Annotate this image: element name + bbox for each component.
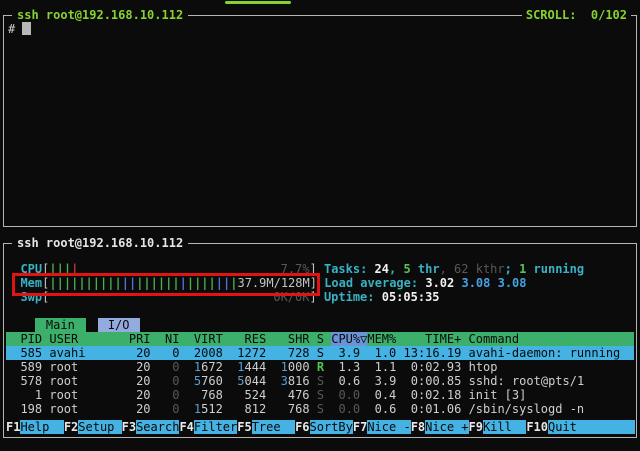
screen-tabs: Main I/O — [6, 318, 634, 332]
shell-prompt: # — [8, 22, 15, 36]
tasks-stat: ; — [505, 262, 519, 276]
cursor-block — [22, 22, 31, 35]
process-state: R — [317, 360, 324, 374]
load-average-stat: 3.08 — [461, 276, 497, 290]
process-row-578[interactable]: 578 root 20 0 5760 5044 3816 S 0.6 3.9 0… — [6, 374, 634, 388]
column-header-pid[interactable]: PID — [6, 332, 42, 346]
process-user: root — [49, 388, 128, 402]
fkey-F9[interactable]: F9Kill — [469, 420, 527, 434]
process-pid: 585 — [6, 346, 42, 360]
process-state: S — [317, 374, 324, 388]
mem-highlight-annotation — [12, 273, 320, 296]
tasks-stat: 24 — [375, 262, 389, 276]
process-state: S — [317, 388, 324, 402]
tab-io[interactable]: I/O — [98, 318, 140, 332]
fkey-F10[interactable]: F10Quit — [526, 420, 634, 434]
uptime-stat: Uptime: — [324, 290, 382, 304]
process-user: avahi — [49, 346, 128, 360]
column-header-time[interactable]: TIME+ — [396, 332, 461, 346]
process-command: init [3] — [469, 388, 527, 402]
tasks-stat: , 62 kthr — [440, 262, 505, 276]
scroll-indicator: SCROLL: 0/102 — [522, 8, 631, 22]
blank-line — [6, 248, 634, 262]
process-pid: 198 — [6, 402, 42, 416]
column-header-pri[interactable]: PRI — [129, 332, 151, 346]
tab-main[interactable]: Main — [35, 318, 86, 332]
table-header: PID USER PRI NI VIRT RES SHR S CPU%▽MEM%… — [6, 332, 634, 346]
column-header-mem[interactable]: MEM% — [367, 332, 396, 346]
process-command: avahi-daemon: running — [469, 346, 621, 360]
terminal-screen: ssh root@192.168.10.112 SCROLL: 0/102 # … — [0, 0, 640, 451]
process-row-198[interactable]: 198 root 20 0 1512 812 768 S 0.0 0.6 0:0… — [6, 402, 634, 416]
tasks-stat: thr — [411, 262, 440, 276]
process-row-589[interactable]: 589 root 20 0 1672 1444 1000 R 1.3 1.1 0… — [6, 360, 634, 374]
process-user: root — [49, 360, 128, 374]
tasks-stat: Tasks: — [324, 262, 375, 276]
fkey-F7[interactable]: F7Nice - — [353, 420, 411, 434]
fkey-F1[interactable]: F1Help — [6, 420, 64, 434]
process-pid: 1 — [6, 388, 42, 402]
column-header-virt[interactable]: VIRT — [187, 332, 223, 346]
process-command: /sbin/syslogd -n — [469, 402, 585, 416]
pane-shell-title: ssh root@192.168.10.112 — [12, 8, 188, 22]
process-pid: 578 — [6, 374, 42, 388]
tasks-stat: 5 — [403, 262, 410, 276]
function-key-bar: F1Help F2Setup F3SearchF4FilterF5Tree F6… — [6, 420, 634, 434]
fkey-F2[interactable]: F2Setup — [64, 420, 122, 434]
column-header-shr[interactable]: SHR — [273, 332, 309, 346]
pane-shell[interactable]: ssh root@192.168.10.112 SCROLL: 0/102 # — [3, 15, 637, 227]
fkey-F4[interactable]: F4Filter — [179, 420, 237, 434]
scroll-label: SCROLL: — [526, 8, 577, 22]
scroll-value: 0/102 — [591, 8, 627, 22]
column-header-ni[interactable]: NI — [158, 332, 180, 346]
load-average-stat: 3.02 — [425, 276, 461, 290]
column-header-state[interactable]: S — [317, 332, 324, 346]
fkey-F8[interactable]: F8Nice + — [411, 420, 469, 434]
process-state: S — [317, 402, 324, 416]
process-row-1[interactable]: 1 root 20 0 768 524 476 S 0.0 0.4 0:02.1… — [6, 388, 634, 402]
process-state: S — [317, 346, 324, 360]
tasks-stat: running — [526, 262, 584, 276]
blank-line — [6, 304, 634, 318]
fkey-F3[interactable]: F3Search — [122, 420, 180, 434]
load-average-stat: Load average: — [324, 276, 425, 290]
column-header-cpu-sorted[interactable]: CPU%▽ — [331, 332, 367, 346]
top-edge-artifact — [225, 1, 291, 4]
tasks-stat: , — [389, 262, 403, 276]
fkey-F5[interactable]: F5Tree — [237, 420, 295, 434]
column-header-user[interactable]: USER — [49, 332, 128, 346]
fkey-F6[interactable]: F6SortBy — [295, 420, 353, 434]
uptime-stat: 05:05:35 — [382, 290, 440, 304]
process-command: htop — [469, 360, 498, 374]
process-user: root — [49, 402, 128, 416]
process-row-585[interactable]: 585 avahi 20 0 2008 1272 728 S 3.9 1.0 1… — [6, 346, 634, 360]
load-average-stat: 3.08 — [498, 276, 527, 290]
column-header-command[interactable]: Command — [469, 332, 520, 346]
process-command: sshd: root@pts/1 — [469, 374, 585, 388]
process-pid: 589 — [6, 360, 42, 374]
process-user: root — [49, 374, 128, 388]
shell-prompt-line[interactable]: # — [8, 22, 31, 36]
column-header-res[interactable]: RES — [230, 332, 266, 346]
